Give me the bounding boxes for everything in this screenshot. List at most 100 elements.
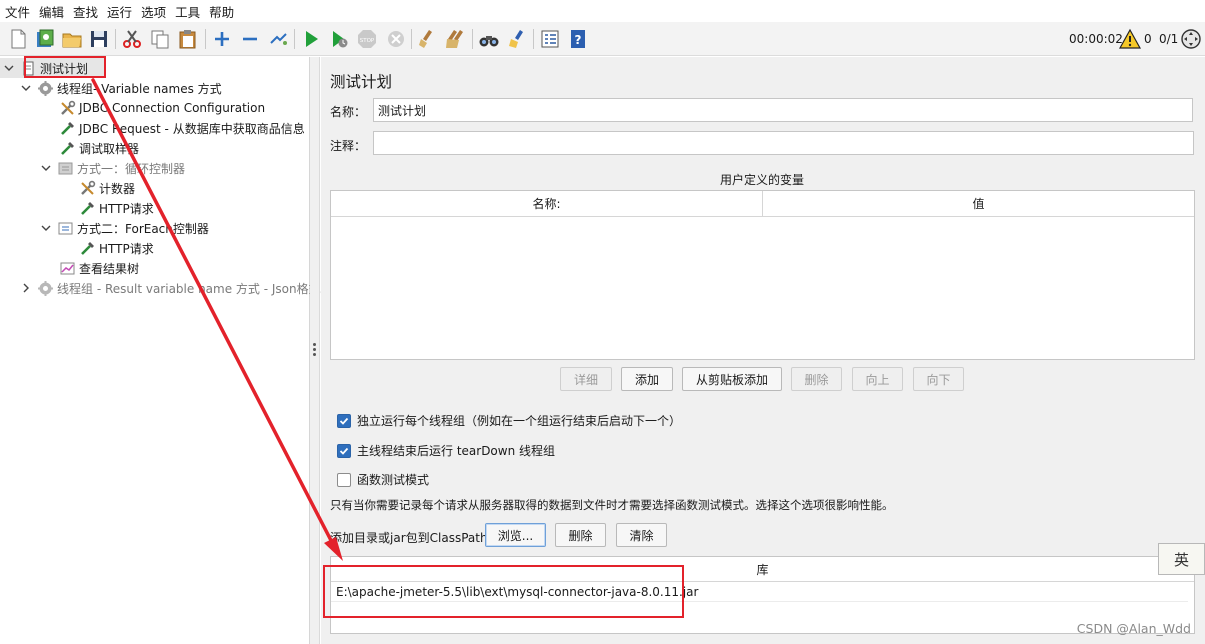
tree-node-jdbc-request[interactable]: JDBC Request - 从数据库中获取商品信息 <box>58 118 305 138</box>
start-icon[interactable] <box>299 27 323 51</box>
tree-node-results-tree[interactable]: 查看结果树 <box>58 258 139 278</box>
menu-edit[interactable]: 编辑 <box>37 2 71 21</box>
tree-node-label: 调试取样器 <box>79 141 140 156</box>
comment-label: 注释： <box>330 139 367 153</box>
tree-node-label: 线程组 - Result variable name 方式 - Json格式 <box>57 281 321 296</box>
tree-node-counter[interactable]: 计数器 <box>78 178 135 198</box>
search-icon[interactable] <box>477 27 501 51</box>
annotation-box-test-plan <box>24 56 106 78</box>
tree-node-jdbc-config[interactable]: JDBC Connection Configuration <box>58 98 265 118</box>
test-tree: 测试计划 线程组 - Variable names 方式 JDBC Connec… <box>0 57 321 644</box>
expand-icon[interactable] <box>210 27 234 51</box>
chevron-down-icon[interactable] <box>20 82 32 94</box>
pipette-icon <box>58 139 76 157</box>
cut-icon[interactable] <box>120 27 144 51</box>
browse-button[interactable]: 浏览... <box>485 523 546 547</box>
menu-help[interactable]: 帮助 <box>207 2 241 21</box>
help-icon[interactable]: ? <box>566 27 590 51</box>
detail-button[interactable]: 详细 <box>560 367 612 391</box>
splitter-grip[interactable] <box>313 353 316 356</box>
functional-mode-note: 只有当你需要记录每个请求从服务器取得的数据到文件时才需要选择函数测试模式。选择这… <box>330 498 894 512</box>
thread-count: 0/1 <box>1159 32 1179 46</box>
menu-file[interactable]: 文件 <box>3 2 37 21</box>
chevron-down-icon[interactable] <box>40 162 52 174</box>
tree-node-thread-group-2[interactable]: 线程组 - Result variable name 方式 - Json格式 <box>20 278 321 298</box>
copy-icon[interactable] <box>148 27 172 51</box>
new-icon[interactable] <box>6 27 30 51</box>
classpath-delete-button[interactable]: 删除 <box>555 523 606 547</box>
checkbox-label: 独立运行每个线程组（例如在一个组运行结束后启动下一个） <box>357 414 682 428</box>
tree-node-label: 线程组 <box>57 81 94 96</box>
serialize-thread-groups-checkbox[interactable]: 独立运行每个线程组（例如在一个组运行结束后启动下一个） <box>337 412 681 429</box>
open-icon[interactable] <box>60 27 84 51</box>
ime-indicator[interactable]: 英 <box>1158 543 1205 575</box>
wrench-icon <box>58 99 76 117</box>
comment-field[interactable] <box>373 131 1194 155</box>
name-field[interactable]: 测试计划 <box>373 98 1193 122</box>
tree-node-foreach-controller[interactable]: 方式二：ForEach控制器 <box>40 218 209 238</box>
splitter-grip[interactable] <box>313 343 316 346</box>
stop-icon[interactable]: STOP <box>355 27 379 51</box>
checkbox-label: 函数测试模式 <box>357 473 430 487</box>
toolbar-separator <box>205 29 206 49</box>
tree-node-label: 计数器 <box>99 181 136 196</box>
checkbox-checked-icon[interactable] <box>337 443 351 458</box>
warning-count: 0 <box>1144 32 1152 46</box>
start-no-pauses-icon[interactable] <box>327 27 351 51</box>
tree-node-debug-sampler[interactable]: 调试取样器 <box>58 138 139 158</box>
collapse-icon[interactable] <box>238 27 262 51</box>
chart-icon <box>58 259 76 277</box>
functional-mode-checkbox[interactable]: 函数测试模式 <box>337 471 429 488</box>
controller-icon <box>56 219 74 237</box>
tree-node-label: 方式一：循环控制器 <box>77 161 186 176</box>
move-up-button[interactable]: 向上 <box>852 367 903 391</box>
tree-node-http-request-1[interactable]: HTTP请求 <box>78 198 154 218</box>
col-header-name[interactable]: 名称: <box>331 191 763 217</box>
splitter-grip[interactable] <box>313 348 316 351</box>
menu-tools[interactable]: 工具 <box>173 2 207 21</box>
delete-button[interactable]: 删除 <box>791 367 842 391</box>
checkbox-checked-icon[interactable] <box>337 413 351 428</box>
pipette-icon <box>58 119 76 137</box>
elapsed-time: 00:00:02 <box>1069 32 1123 46</box>
chevron-down-icon[interactable] <box>3 62 15 74</box>
tree-node-label: 方式二：ForEach控制器 <box>77 221 209 236</box>
user-vars-table[interactable]: 名称: 值 <box>330 190 1195 360</box>
add-button[interactable]: 添加 <box>621 367 673 391</box>
clear-icon[interactable] <box>415 27 439 51</box>
chevron-down-icon[interactable] <box>40 222 52 234</box>
tree-node-sublabel: - Variable names 方式 <box>93 81 222 96</box>
menu-search[interactable]: 查找 <box>71 2 105 21</box>
user-vars-title: 用户定义的变量 <box>719 173 804 187</box>
pipette-icon <box>78 199 96 217</box>
classpath-label: 添加目录或jar包到ClassPath <box>330 531 488 545</box>
toolbar: STOP ? 00:00:02 0 0/1 <box>0 22 1205 56</box>
svg-text:?: ? <box>575 33 582 47</box>
clear-all-icon[interactable] <box>443 27 467 51</box>
function-helper-icon[interactable] <box>538 27 562 51</box>
move-down-button[interactable]: 向下 <box>913 367 964 391</box>
checkbox-unchecked-icon[interactable] <box>337 472 351 487</box>
shutdown-icon[interactable] <box>384 27 408 51</box>
test-plan-panel: 测试计划 名称： 测试计划 注释： 用户定义的变量 名称: 值 详细 添加 从剪… <box>321 57 1205 644</box>
add-from-clipboard-button[interactable]: 从剪贴板添加 <box>682 367 782 391</box>
menu-bar: 文件 编辑 查找 运行 选项 工具 帮助 <box>0 0 1205 22</box>
col-header-value[interactable]: 值 <box>763 191 1194 217</box>
tree-node-http-request-2[interactable]: HTTP请求 <box>78 238 154 258</box>
save-icon[interactable] <box>87 27 111 51</box>
paste-icon[interactable] <box>176 27 200 51</box>
reset-search-icon[interactable] <box>505 27 529 51</box>
tree-node-thread-group-1[interactable]: 线程组 - Variable names 方式 <box>20 78 222 98</box>
warning-icon[interactable] <box>1118 27 1142 51</box>
templates-icon[interactable] <box>33 27 57 51</box>
menu-options[interactable]: 选项 <box>139 2 173 21</box>
classpath-clear-button[interactable]: 清除 <box>616 523 667 547</box>
tree-node-loop-controller[interactable]: 方式一：循环控制器 <box>40 158 185 178</box>
controller-icon <box>56 159 74 177</box>
teardown-on-shutdown-checkbox[interactable]: 主线程结束后运行 tearDown 线程组 <box>337 442 555 459</box>
toggle-icon[interactable] <box>266 27 290 51</box>
gear-icon <box>36 279 54 297</box>
menu-run[interactable]: 运行 <box>105 2 139 21</box>
svg-text:STOP: STOP <box>360 38 375 44</box>
chevron-right-icon[interactable] <box>20 282 32 294</box>
